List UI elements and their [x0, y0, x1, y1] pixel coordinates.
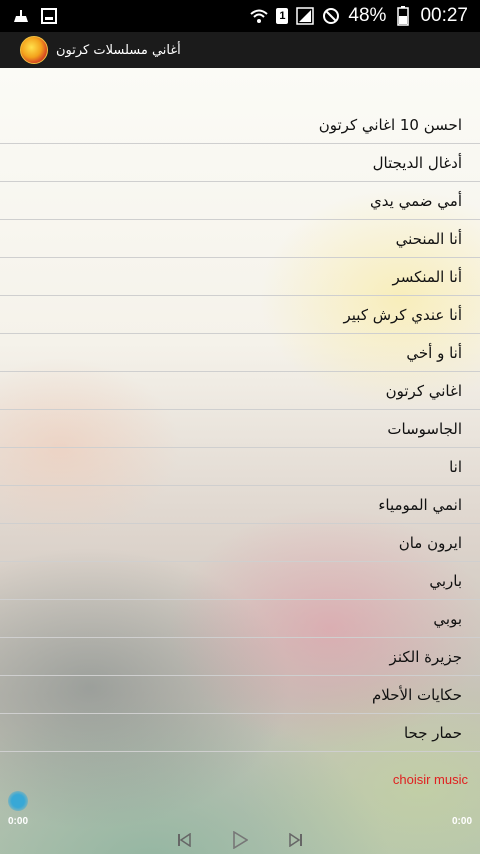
seek-bar[interactable] — [18, 801, 462, 803]
song-title: أدغال الديجتال — [372, 153, 462, 172]
next-button[interactable] — [284, 830, 308, 850]
song-title: أنا و أخي — [406, 343, 462, 362]
song-item[interactable]: احسن 10 اغاني كرتون — [0, 106, 480, 144]
song-item[interactable]: باربي — [0, 562, 480, 600]
wifi-icon — [250, 7, 269, 25]
song-item[interactable]: ايرون مان — [0, 524, 480, 562]
clock: 00:27 — [420, 5, 468, 26]
sim-icon: 1 — [276, 8, 289, 24]
play-icon — [233, 831, 248, 849]
song-title: أنا عندي كرش كبير — [343, 305, 462, 324]
song-item[interactable]: أمي ضمي يدي — [0, 182, 480, 220]
song-item[interactable]: الجاسوسات — [0, 410, 480, 448]
next-icon — [289, 833, 302, 847]
play-button[interactable] — [228, 830, 252, 850]
gallery-icon — [40, 7, 58, 25]
song-title: باربي — [429, 571, 462, 590]
song-title: الجاسوسات — [387, 419, 462, 438]
seek-thumb[interactable] — [8, 791, 28, 811]
song-title: أنا المنكسر — [392, 267, 462, 286]
app-title: أغاني مسلسلات كرتون — [56, 42, 181, 58]
song-title: انا — [449, 457, 462, 476]
song-title: انمي المومياء — [378, 495, 462, 514]
song-item[interactable]: انا — [0, 448, 480, 486]
song-item[interactable]: حمار جحا — [0, 714, 480, 752]
duration-time: 0:00 — [451, 816, 472, 827]
song-item[interactable]: بوبي — [0, 600, 480, 638]
app-bar: أغاني مسلسلات كرتون — [0, 32, 480, 68]
player-controls — [0, 830, 480, 852]
previous-button[interactable] — [172, 830, 196, 850]
song-title: اغاني كرتون — [385, 381, 462, 400]
status-bar: 1 48% 00:27 — [0, 0, 480, 32]
app-logo[interactable] — [20, 36, 48, 64]
no-disturb-icon — [322, 7, 340, 25]
battery-icon — [394, 6, 412, 26]
elapsed-time: 0:00 — [8, 816, 29, 827]
song-title: احسن 10 اغاني كرتون — [318, 115, 462, 134]
song-title: جزيرة الكنز — [389, 647, 462, 666]
song-title: ايرون مان — [398, 533, 462, 552]
choisir-music-label[interactable]: choisir music — [393, 772, 468, 787]
song-item[interactable]: انمي المومياء — [0, 486, 480, 524]
song-item[interactable]: حكايات الأحلام — [0, 676, 480, 714]
song-list: احسن 10 اغاني كرتون أدغال الديجتال أمي ضمي… — [0, 106, 480, 752]
song-title: حكايات الأحلام — [372, 685, 462, 704]
song-title: أمي ضمي يدي — [370, 191, 462, 210]
signal-icon — [296, 7, 315, 25]
song-item[interactable]: أدغال الديجتال — [0, 144, 480, 182]
song-item[interactable]: أنا و أخي — [0, 334, 480, 372]
previous-icon — [178, 833, 191, 847]
song-item[interactable]: جزيرة الكنز — [0, 638, 480, 676]
song-title: أنا المنحني — [395, 229, 462, 248]
song-title: بوبي — [433, 609, 462, 628]
song-item[interactable]: اغاني كرتون — [0, 372, 480, 410]
song-item[interactable]: أنا المنحني — [0, 220, 480, 258]
song-item[interactable]: أنا عندي كرش كبير — [0, 296, 480, 334]
cleaner-icon — [12, 7, 30, 25]
song-title: حمار جحا — [403, 723, 462, 742]
battery-percent: 48% — [348, 5, 387, 26]
song-item[interactable]: أنا المنكسر — [0, 258, 480, 296]
